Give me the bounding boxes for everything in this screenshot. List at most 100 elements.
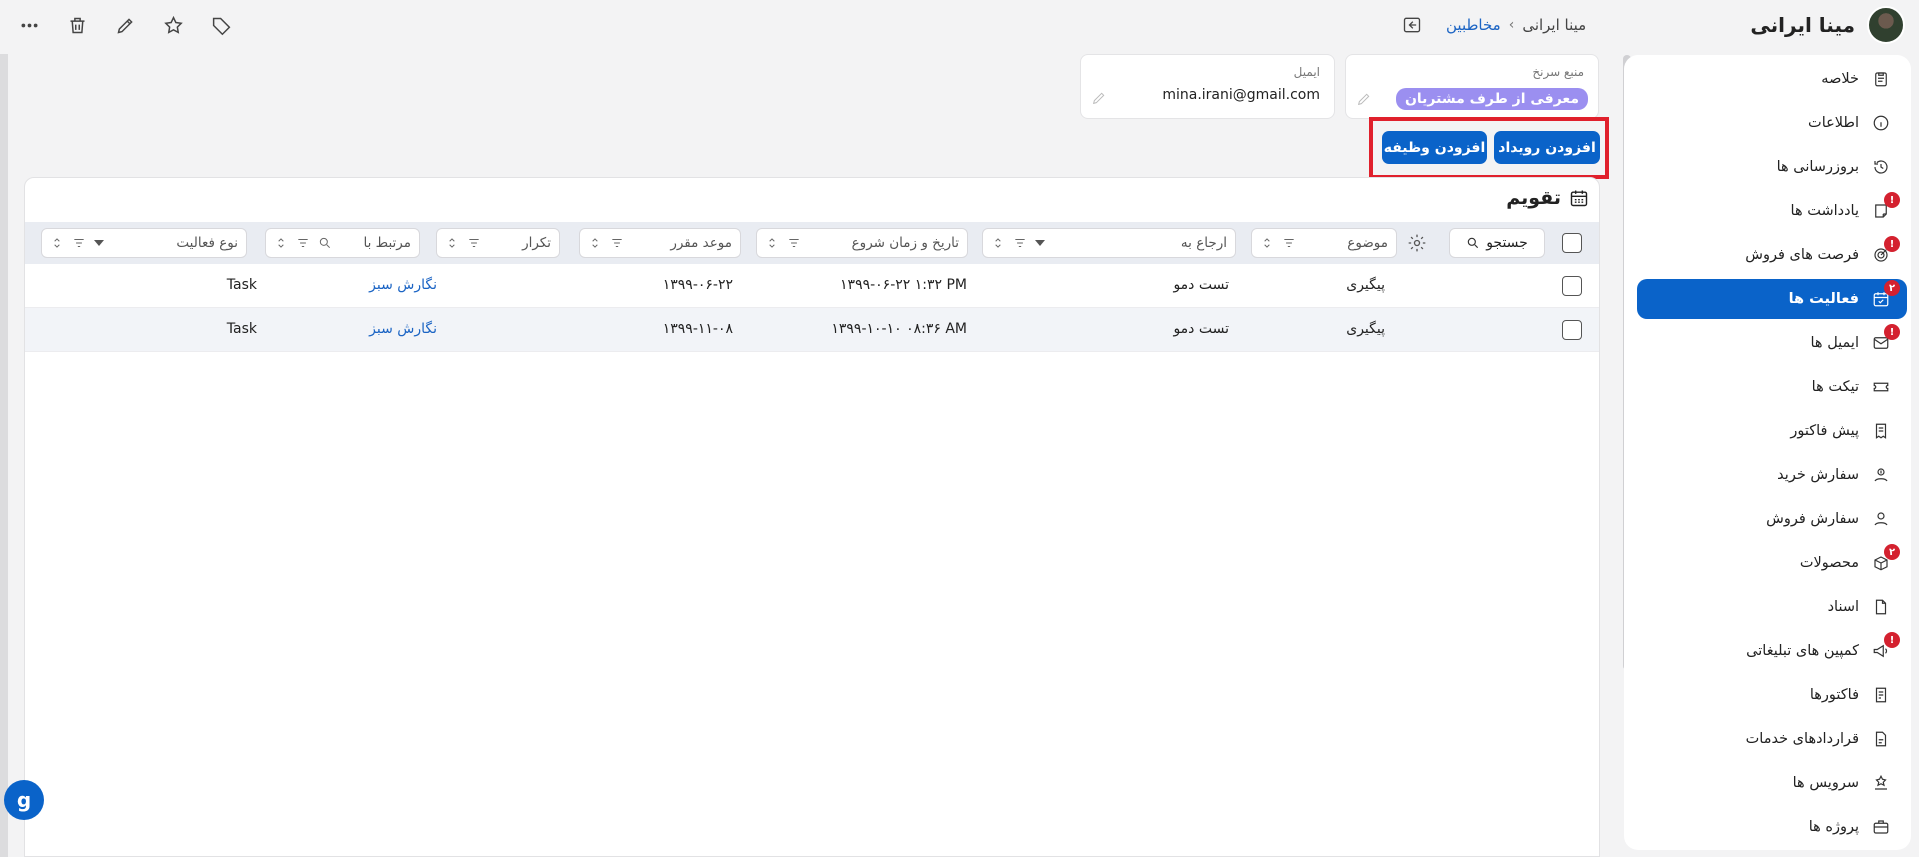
exit-record-icon[interactable] xyxy=(1400,13,1424,37)
sidebar-item-label: تیکت ها xyxy=(1811,379,1859,395)
cell-related-link[interactable]: نگارش سبز xyxy=(369,277,437,293)
filter-icon[interactable] xyxy=(72,236,86,250)
sidebar-item-label: اسناد xyxy=(1827,599,1859,615)
sidebar-item[interactable]: خلاصه xyxy=(1637,59,1907,99)
dropdown-caret-icon[interactable] xyxy=(1035,240,1045,246)
filter-icon[interactable] xyxy=(1282,236,1296,250)
dropdown-caret-icon[interactable] xyxy=(94,240,104,246)
panel-title: تقویم xyxy=(1506,187,1589,209)
more-icon[interactable] xyxy=(14,10,44,40)
sidebar-item[interactable]: فرصت های فروش! xyxy=(1637,235,1907,275)
sidebar-item[interactable]: فاکتورها xyxy=(1637,675,1907,715)
table-row[interactable]: پیگیری تست دمو ۱۳۹۹-۱۰-۱۰ ۰۸:۳۶ AM ۱۳۹۹-… xyxy=(25,308,1599,352)
filter-activity-type[interactable]: نوع فعالیت xyxy=(41,228,247,258)
notification-badge: ! xyxy=(1884,192,1900,208)
breadcrumb-contacts-link[interactable]: مخاطبین xyxy=(1446,16,1501,34)
breadcrumb-separator: › xyxy=(1508,17,1515,33)
filter-related-to-label: مرتبط با xyxy=(363,235,412,251)
search-icon[interactable] xyxy=(318,236,332,250)
sidebar-item[interactable]: محصولات ۲ xyxy=(1637,543,1907,583)
filter-related-to[interactable]: مرتبط با xyxy=(265,228,420,258)
purchase-order-icon xyxy=(1871,465,1891,485)
add-event-button[interactable]: افزودن رویداد xyxy=(1494,131,1600,164)
sort-icon[interactable] xyxy=(991,236,1005,250)
tag-icon[interactable] xyxy=(206,10,236,40)
filter-start-datetime-label: تاریخ و زمان شروع xyxy=(851,235,959,251)
filter-assigned-to-label: ارجاع به xyxy=(1180,235,1227,251)
ticket-icon xyxy=(1871,377,1891,397)
row-checkbox[interactable] xyxy=(1562,320,1582,340)
filter-due-date[interactable]: موعد مقرر xyxy=(579,228,741,258)
note-icon: ! xyxy=(1871,192,1900,221)
sidebar-item[interactable]: پیش فاکتور xyxy=(1637,411,1907,451)
help-widget-button[interactable]: g xyxy=(4,780,44,820)
sidebar-item-label: خلاصه xyxy=(1821,71,1859,87)
notification-badge: ! xyxy=(1884,324,1900,340)
sidebar-item[interactable]: اسناد xyxy=(1637,587,1907,627)
history-icon xyxy=(1871,157,1891,177)
clipboard-icon xyxy=(1871,69,1891,89)
edit-email-icon[interactable] xyxy=(1091,90,1107,106)
add-task-button[interactable]: افزودن وظیفه xyxy=(1382,131,1487,164)
filter-subject[interactable]: موضوع xyxy=(1251,228,1397,258)
sidebar-item[interactable]: قراردادهای خدمات xyxy=(1637,719,1907,759)
trash-icon[interactable] xyxy=(62,10,92,40)
sort-icon[interactable] xyxy=(50,236,64,250)
sidebar-item[interactable]: سفارش خرید xyxy=(1637,455,1907,495)
cell-assigned-to: تست دمو xyxy=(1173,321,1229,337)
sidebar-item[interactable]: بروزرسانی ها xyxy=(1637,147,1907,187)
star-icon[interactable] xyxy=(158,10,188,40)
email-value[interactable]: mina.irani@gmail.com xyxy=(1162,87,1320,103)
sidebar-item[interactable]: ایمیل ها! xyxy=(1637,323,1907,363)
box-icon: ۲ xyxy=(1871,544,1900,573)
pencil-icon[interactable] xyxy=(110,10,140,40)
mail-icon: ! xyxy=(1871,324,1900,353)
edit-lead-source-icon[interactable] xyxy=(1356,91,1372,107)
notification-badge: ۲ xyxy=(1884,544,1900,560)
sort-icon[interactable] xyxy=(445,236,459,250)
filter-icon[interactable] xyxy=(610,236,624,250)
sort-icon[interactable] xyxy=(274,236,288,250)
sidebar-item-label: فاکتورها xyxy=(1809,687,1859,703)
sidebar-item[interactable]: سرویس ها xyxy=(1637,763,1907,803)
sort-icon[interactable] xyxy=(1260,236,1274,250)
record-title: مینا ایرانی xyxy=(1750,6,1905,44)
info-icon xyxy=(1871,113,1891,133)
table-row[interactable]: پیگیری تست دمو ۱۳۹۹-۰۶-۲۲ ۱:۳۲ PM ۱۳۹۹-۰… xyxy=(25,264,1599,308)
filter-icon[interactable] xyxy=(787,236,801,250)
receipt-icon xyxy=(1871,685,1891,705)
avatar[interactable] xyxy=(1867,6,1905,44)
sidebar-item[interactable]: کمپین های تبلیغاتی! xyxy=(1637,631,1907,671)
sidebar-item[interactable]: پروژه ها xyxy=(1637,807,1907,847)
breadcrumb: مینا ایرانی › مخاطبین xyxy=(1400,13,1586,37)
filter-icon[interactable] xyxy=(296,236,310,250)
invoice-draft-icon xyxy=(1871,421,1891,441)
filter-icon[interactable] xyxy=(467,236,481,250)
search-button[interactable]: جستجو xyxy=(1449,228,1545,258)
lead-source-tag[interactable]: معرفی از طرف مشتریان xyxy=(1395,88,1588,110)
megaphone-icon: ! xyxy=(1871,632,1900,661)
sort-icon[interactable] xyxy=(765,236,779,250)
sidebar-item[interactable]: اطلاعات xyxy=(1637,103,1907,143)
filter-assigned-to[interactable]: ارجاع به xyxy=(982,228,1236,258)
sidebar-item[interactable]: تیکت ها xyxy=(1637,367,1907,407)
sidebar-item[interactable]: یادداشت ها! xyxy=(1637,191,1907,231)
cell-start-datetime: ۱۳۹۹-۰۶-۲۲ ۱:۳۲ PM xyxy=(840,277,967,293)
filter-icon[interactable] xyxy=(1013,236,1027,250)
filter-repeat[interactable]: تکرار xyxy=(436,228,560,258)
cell-related-link[interactable]: نگارش سبز xyxy=(369,321,437,337)
select-all-checkbox[interactable] xyxy=(1562,233,1582,253)
sidebar-item-label: فرصت های فروش xyxy=(1745,247,1859,263)
column-settings-icon[interactable] xyxy=(1407,233,1429,255)
sidebar-item-label: سفارش خرید xyxy=(1777,467,1859,483)
filter-activity-type-label: نوع فعالیت xyxy=(176,235,238,251)
sidebar-item-label: ایمیل ها xyxy=(1810,335,1859,351)
sort-icon[interactable] xyxy=(588,236,602,250)
row-checkbox[interactable] xyxy=(1562,276,1582,296)
cell-due-date: ۱۳۹۹-۱۱-۰۸ xyxy=(662,321,733,337)
filter-start-datetime[interactable]: تاریخ و زمان شروع xyxy=(756,228,968,258)
sidebar-item-label: فعالیت ها xyxy=(1788,291,1859,307)
sidebar-item[interactable]: فعالیت ها ۲ xyxy=(1637,279,1907,319)
sidebar-item[interactable]: سفارش فروش xyxy=(1637,499,1907,539)
email-card: ایمیل mina.irani@gmail.com xyxy=(1080,54,1335,119)
